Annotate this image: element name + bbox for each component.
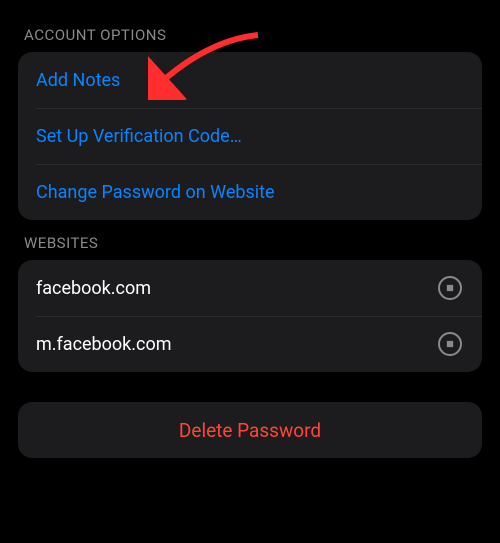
add-notes-label: Add Notes bbox=[36, 70, 120, 91]
open-in-safari-button[interactable] bbox=[436, 330, 464, 358]
safari-icon bbox=[438, 332, 462, 356]
account-options-header: ACCOUNT OPTIONS bbox=[18, 12, 482, 52]
website-row[interactable]: m.facebook.com bbox=[18, 316, 482, 372]
website-row[interactable]: facebook.com bbox=[18, 260, 482, 316]
setup-verification-code-row[interactable]: Set Up Verification Code… bbox=[18, 108, 482, 164]
website-label: m.facebook.com bbox=[36, 334, 172, 355]
account-options-group: Add Notes Set Up Verification Code… Chan… bbox=[18, 52, 482, 220]
websites-header: WEBSITES bbox=[18, 220, 482, 260]
websites-group: facebook.com m.facebook.com bbox=[18, 260, 482, 372]
safari-icon bbox=[438, 276, 462, 300]
spacer bbox=[18, 372, 482, 402]
open-in-safari-button[interactable] bbox=[436, 274, 464, 302]
delete-password-button[interactable]: Delete Password bbox=[18, 402, 482, 458]
change-password-website-row[interactable]: Change Password on Website bbox=[18, 164, 482, 220]
change-password-website-label: Change Password on Website bbox=[36, 182, 275, 203]
delete-password-label: Delete Password bbox=[179, 419, 321, 442]
website-label: facebook.com bbox=[36, 278, 151, 299]
settings-page: ACCOUNT OPTIONS Add Notes Set Up Verific… bbox=[0, 0, 500, 458]
add-notes-row[interactable]: Add Notes bbox=[18, 52, 482, 108]
setup-verification-code-label: Set Up Verification Code… bbox=[36, 126, 242, 147]
delete-group: Delete Password bbox=[18, 402, 482, 458]
